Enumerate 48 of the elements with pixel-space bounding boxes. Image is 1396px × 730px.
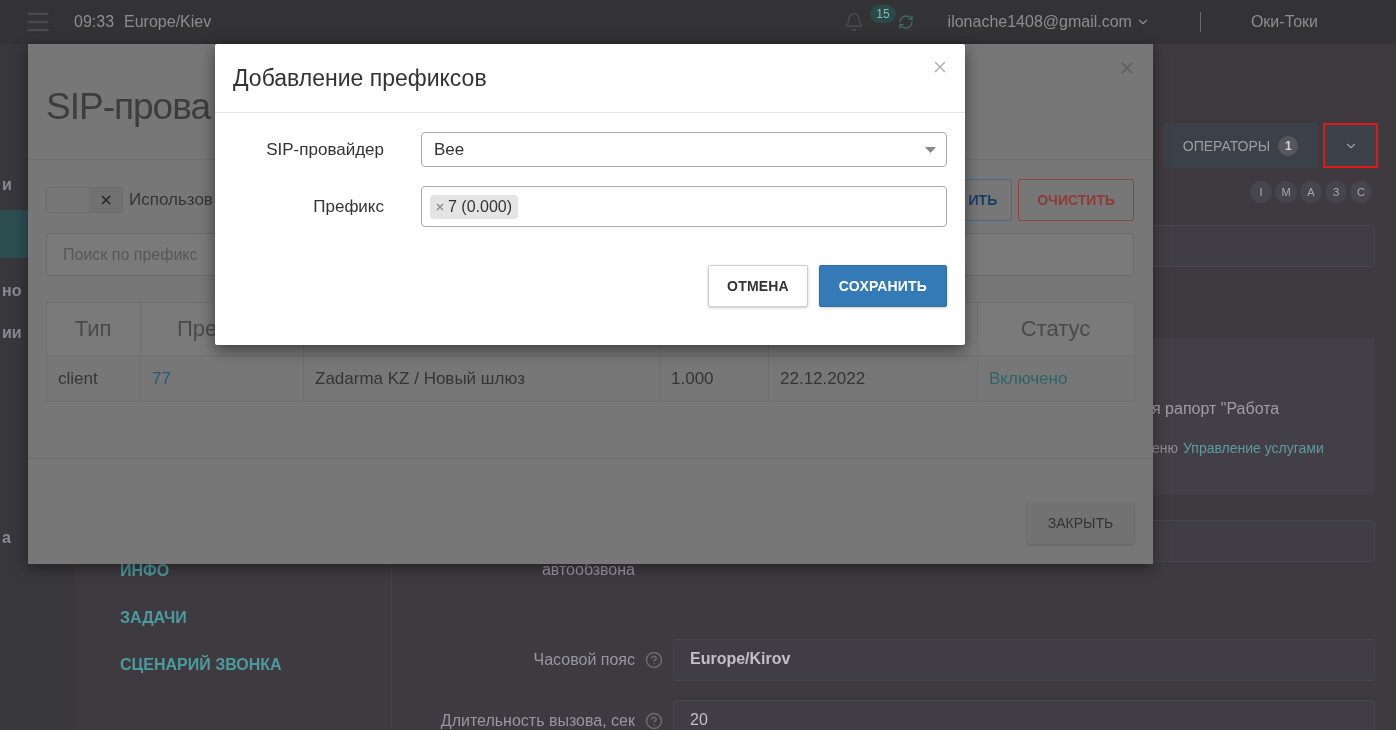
table-cell: Zadarma KZ / Новый шлюз <box>303 355 660 402</box>
section-tab[interactable]: СЦЕНАРИЙ ЗВОНКА <box>120 656 391 674</box>
bell-icon[interactable] <box>844 12 865 32</box>
field-label: Префикс <box>312 196 384 217</box>
dialog-title: Добавление префиксов <box>233 64 487 92</box>
table-cell: 1.000 <box>659 355 769 402</box>
help-icon[interactable] <box>645 651 663 669</box>
user-avatar[interactable]: M <box>1275 181 1297 203</box>
operators-count: 1 <box>1278 135 1299 156</box>
field-label: Часовой пояс <box>532 650 635 670</box>
company-name[interactable]: Оки-Токи <box>1250 13 1318 31</box>
notice-text: еню <box>1152 440 1179 456</box>
status-text: Включено <box>977 355 1135 402</box>
account-email[interactable]: ilonache1408@gmail.com <box>947 13 1132 31</box>
notice-link[interactable]: Управление услугами <box>1183 440 1324 456</box>
help-icon[interactable] <box>645 712 663 730</box>
user-avatar[interactable]: I <box>1250 181 1272 203</box>
toggle-label: Использов <box>129 190 213 210</box>
operators-button[interactable]: ОПЕРАТОРЫ 1 <box>1163 123 1318 168</box>
table-cell: 22.12.2022 <box>768 355 978 402</box>
sidebar-highlight <box>0 210 28 258</box>
input-field[interactable]: Europe/Kirov <box>673 639 1375 681</box>
table-cell: client <box>46 355 141 402</box>
toggle-switch[interactable] <box>46 187 123 213</box>
notification-count: 15 <box>870 5 896 23</box>
section-tab[interactable]: ИНФО <box>120 562 391 580</box>
user-avatar[interactable]: A <box>1300 181 1322 203</box>
field-label: SIP-провайдер <box>265 139 384 160</box>
user-avatar[interactable]: C <box>1350 181 1372 203</box>
timezone: Europe/Kiev <box>124 13 212 31</box>
provider-select[interactable]: Bee <box>421 132 947 167</box>
caret-icon <box>925 146 936 153</box>
field-label: Длительность вызова, сек <box>439 711 635 730</box>
field-label: автообзвона <box>540 560 635 580</box>
section-tab[interactable]: ЗАДАЧИ <box>120 609 391 627</box>
cancel-button[interactable]: ОТМЕНА <box>708 265 808 307</box>
current-time: 09:33 <box>74 13 115 31</box>
modal-title: SIP-прова <box>46 86 212 128</box>
expand-button[interactable] <box>1323 123 1378 168</box>
notice-text: я рапорт "Работа <box>1152 400 1281 418</box>
save-button[interactable]: СОХРАНИТЬ <box>819 265 947 307</box>
input-field[interactable]: 20 <box>673 700 1375 730</box>
remove-icon[interactable] <box>436 202 444 211</box>
refresh-icon[interactable] <box>897 14 914 30</box>
prefix-tag[interactable]: 7 (0.000) <box>430 194 519 219</box>
prefix-field[interactable]: 7 (0.000) <box>421 186 947 227</box>
close-button[interactable]: ЗАКРЫТЬ <box>1027 502 1134 544</box>
user-avatar[interactable]: З <box>1325 181 1347 203</box>
